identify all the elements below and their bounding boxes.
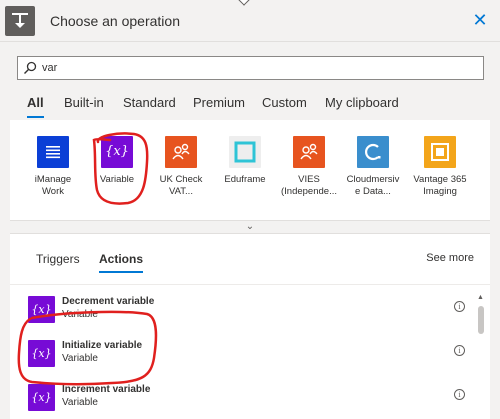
search-icon	[24, 61, 37, 74]
action-initialize-variable[interactable]: {x} Initialize variable Variable i	[10, 332, 470, 376]
connector-arrow-notch	[238, 0, 250, 6]
connector-label: (Independe...	[281, 186, 337, 197]
connector-label: e Data...	[355, 186, 391, 197]
actions-panel: Triggers Actions See more {x} Decrement …	[10, 234, 490, 419]
expand-connectors-chevron-icon[interactable]: ⌄	[10, 220, 490, 234]
variable-icon: {x}	[101, 136, 133, 168]
connector-vies[interactable]: VIES (Independe...	[281, 136, 337, 198]
info-icon[interactable]: i	[454, 345, 465, 356]
connector-vantage-365[interactable]: Vantage 365 Imaging	[409, 136, 471, 198]
connector-label: Variable	[99, 174, 135, 185]
connector-label: Work	[42, 186, 64, 197]
tab-my-clipboard[interactable]: My clipboard	[325, 95, 399, 110]
scroll-up-arrow-icon[interactable]: ▲	[477, 294, 484, 301]
close-icon[interactable]: ✕	[470, 10, 490, 30]
connector-label: VIES	[298, 174, 320, 185]
variable-icon: {x}	[28, 384, 55, 411]
variable-glyph: {x}	[31, 303, 52, 316]
variable-glyph: {x}	[31, 347, 52, 360]
connector-uk-check-vat[interactable]: UK Check VAT...	[153, 136, 209, 198]
connector-eduframe[interactable]: Eduframe	[217, 136, 273, 186]
variable-glyph: {x}	[105, 144, 129, 159]
connector-label: VAT...	[169, 186, 193, 197]
connector-cloudmersive[interactable]: Cloudmersiv e Data...	[345, 136, 401, 198]
connector-variable[interactable]: {x} Variable	[89, 136, 145, 186]
choose-operation-panel: Choose an operation ✕ All Built-in Stand…	[0, 0, 500, 419]
connector-label: Cloudmersiv	[346, 174, 400, 185]
action-name: Initialize variable	[62, 340, 143, 351]
panel-title: Choose an operation	[50, 13, 180, 29]
connector-label: Eduframe	[224, 174, 266, 185]
tab-all[interactable]: All	[27, 95, 44, 118]
tab-premium[interactable]: Premium	[193, 95, 245, 110]
action-connector: Variable	[62, 397, 98, 408]
connector-label: UK Check	[159, 174, 203, 185]
search-box[interactable]	[17, 56, 484, 80]
scroll-thumb[interactable]	[478, 306, 484, 334]
connector-label: Imaging	[423, 186, 457, 197]
cloudmersive-icon	[357, 136, 389, 168]
scrollbar[interactable]: ▲	[475, 294, 487, 419]
tab-triggers[interactable]: Triggers	[36, 252, 80, 266]
info-icon[interactable]: i	[454, 389, 465, 400]
tab-standard[interactable]: Standard	[123, 95, 176, 110]
action-connector: Variable	[62, 353, 98, 364]
vantage-365-icon	[424, 136, 456, 168]
eduframe-icon	[229, 136, 261, 168]
divider	[10, 284, 490, 285]
imanage-icon	[37, 136, 69, 168]
variable-icon: {x}	[28, 340, 55, 367]
connector-label: iManage	[34, 174, 72, 185]
action-name: Decrement variable	[62, 296, 155, 307]
tab-custom[interactable]: Custom	[262, 95, 307, 110]
action-increment-variable[interactable]: {x} Increment variable Variable i	[10, 376, 470, 419]
see-more-link[interactable]: See more	[426, 252, 474, 264]
operation-icon	[5, 6, 35, 36]
connector-imanage-work[interactable]: iManage Work	[25, 136, 81, 198]
uk-check-vat-icon	[165, 136, 197, 168]
tab-actions[interactable]: Actions	[99, 252, 144, 273]
connector-grid: iManage Work {x} Variable UK Check VAT...	[10, 120, 490, 220]
connector-label: Vantage 365	[413, 174, 467, 185]
action-decrement-variable[interactable]: {x} Decrement variable Variable i	[10, 288, 470, 332]
action-connector: Variable	[62, 309, 98, 320]
variable-glyph: {x}	[31, 391, 52, 404]
tab-built-in[interactable]: Built-in	[64, 95, 104, 110]
info-icon[interactable]: i	[454, 301, 465, 312]
vies-icon	[293, 136, 325, 168]
search-input[interactable]	[42, 59, 472, 77]
action-name: Increment variable	[62, 384, 151, 395]
variable-icon: {x}	[28, 296, 55, 323]
panel-header: Choose an operation ✕	[0, 0, 500, 42]
